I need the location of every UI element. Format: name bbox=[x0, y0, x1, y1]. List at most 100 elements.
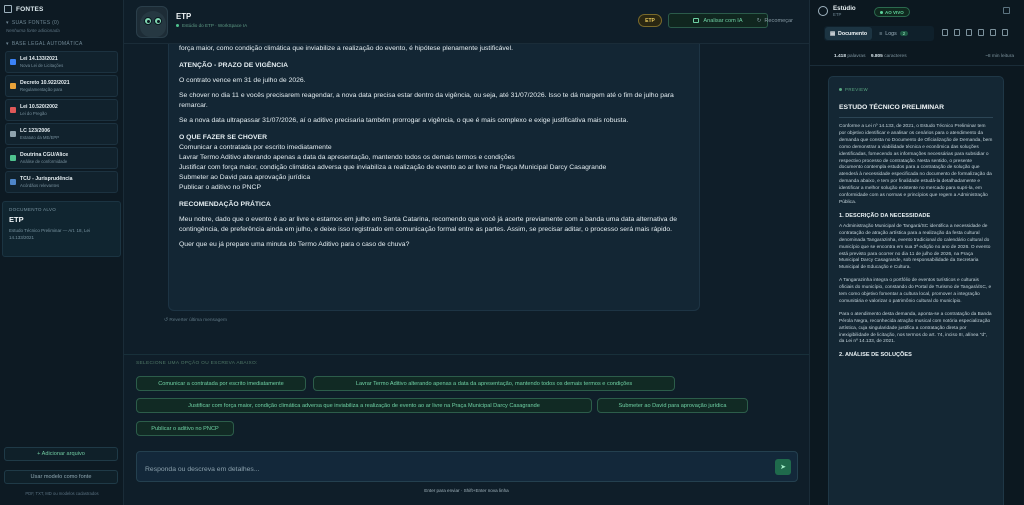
studio-header: Estúdio ETP bbox=[810, 0, 1024, 22]
doc-title: Lei 14.133/2021 bbox=[20, 56, 58, 62]
studio-tabs: ▤ Documento ≡ Logs 2 bbox=[824, 26, 934, 41]
studio-subtitle: ETP bbox=[833, 12, 842, 17]
message-heading: ATENÇÃO - PRAZO DE VIGÊNCIA bbox=[179, 62, 289, 69]
undo-icon: ↺ bbox=[164, 318, 169, 323]
doc-type-icon bbox=[10, 131, 16, 137]
doc-section-heading: 2. ANÁLISE DE SOLUÇÕES bbox=[839, 352, 912, 359]
legal-doc-item[interactable]: Decreto 10.922/2021 Regulamentação para bbox=[5, 75, 118, 97]
legal-doc-item[interactable]: Lei 14.133/2021 Nova Lei de Licitações bbox=[5, 51, 118, 73]
doc-type-icon bbox=[10, 155, 16, 161]
message-list-item: Lavrar Termo Aditivo alterando apenas a … bbox=[179, 154, 515, 161]
logs-icon: ≡ bbox=[879, 30, 883, 37]
doc-title: Lei 10.520/2002 bbox=[20, 104, 58, 110]
legal-doc-item[interactable]: Lei 10.520/2002 Lei do Pregão bbox=[5, 99, 118, 121]
live-dot-icon bbox=[880, 10, 883, 14]
doc-type-icon bbox=[10, 83, 16, 89]
option-chip[interactable]: Submeter ao David para aprovação jurídic… bbox=[597, 398, 748, 413]
target-name: ETP bbox=[9, 215, 24, 224]
word-label: palavras bbox=[847, 54, 866, 59]
etp-badge: ETP bbox=[638, 14, 662, 27]
tab-label: Logs bbox=[885, 30, 897, 37]
doc-type-icon bbox=[10, 179, 16, 185]
divider bbox=[124, 354, 809, 355]
divider bbox=[810, 65, 1024, 66]
assistant-message-bubble: força maior, como condição climática que… bbox=[168, 44, 700, 311]
compose-box: ➤ bbox=[136, 451, 798, 482]
legal-doc-item[interactable]: TCU - Jurisprudência Acórdãos relevantes bbox=[5, 171, 118, 193]
revert-label: Reverter última mensagem bbox=[169, 318, 227, 323]
section-base-legal[interactable]: ▾ BASE LEGAL AUTOMÁTICA bbox=[0, 39, 123, 49]
legal-doc-item[interactable]: LC 123/2006 Estatuto da ME/EPP bbox=[5, 123, 118, 145]
option-chip[interactable]: Comunicar a contratada por escrito imedi… bbox=[136, 376, 306, 391]
message-paragraph: Se chover no dia 11 e vocês precisarem r… bbox=[179, 92, 674, 109]
online-dot-icon bbox=[176, 24, 179, 28]
doc-paragraph: A Tangarazinha integra o portfólio de ev… bbox=[839, 278, 992, 304]
assistant-subtitle: Estúdio do ETP · WorkSpace IA bbox=[176, 23, 247, 28]
download-icon[interactable] bbox=[966, 29, 972, 36]
revert-message-link[interactable]: ↺ Reverter última mensagem bbox=[164, 318, 227, 323]
chat-panel: ETP Estúdio do ETP · WorkSpace IA ETP An… bbox=[124, 0, 809, 505]
doc-section-heading: 1. DESCRIÇÃO DA NECESSIDADE bbox=[839, 212, 931, 219]
message-list-item: Comunicar a contratada por escrito imedi… bbox=[179, 144, 332, 151]
target-label: DOCUMENTO ALVO bbox=[9, 207, 57, 212]
message-paragraph: Meu nobre, dado que o evento é ao ar liv… bbox=[179, 216, 677, 233]
use-model-button[interactable]: Usar modelo como fonte bbox=[4, 470, 118, 484]
doc-title: LC 123/2006 bbox=[20, 128, 50, 134]
print-icon[interactable] bbox=[990, 29, 996, 36]
owl-avatar bbox=[136, 6, 168, 38]
message-heading: O QUE FAZER SE CHOVER bbox=[179, 134, 267, 141]
doc-subtitle: Regulamentação para bbox=[20, 87, 63, 92]
restart-button[interactable]: ↻ Recomeçar bbox=[727, 13, 797, 28]
file-icon[interactable] bbox=[978, 29, 984, 36]
send-icon: ➤ bbox=[780, 464, 786, 471]
tab-label: Documento bbox=[838, 30, 868, 37]
document-icon: ▤ bbox=[830, 30, 836, 37]
doc-subtitle: Análise de conformidade bbox=[20, 159, 68, 164]
doc-subtitle: Acórdãos relevantes bbox=[20, 183, 60, 188]
message-paragraph: Quer que eu já prepare uma minuta do Ter… bbox=[179, 241, 410, 248]
message-paragraph: O contrato vence em 31 de julho de 2026. bbox=[179, 77, 306, 84]
live-label: AO VIVO bbox=[885, 9, 904, 15]
tab-documento[interactable]: ▤ Documento bbox=[825, 27, 873, 40]
read-time: ~8 min leitura bbox=[985, 54, 1014, 59]
edit-icon[interactable] bbox=[942, 29, 948, 36]
doc-stats: 1.418 palavras 9.805 caracteres ~8 min l… bbox=[834, 54, 1014, 59]
doc-subtitle: Estatuto da ME/EPP bbox=[20, 135, 60, 140]
doc-paragraph: A Administração Municipal de Tangará/SC … bbox=[839, 223, 991, 271]
options-label: SELECIONE UMA OPÇÃO OU ESCREVA ABAIXO: bbox=[136, 361, 258, 366]
section-label: BASE LEGAL AUTOMÁTICA bbox=[11, 41, 83, 47]
char-label: caracteres bbox=[884, 54, 907, 59]
tab-logs[interactable]: ≡ Logs 2 bbox=[874, 27, 913, 40]
option-chip[interactable]: Justificar com força maior, condição cli… bbox=[136, 398, 592, 413]
option-chip[interactable]: Lavrar Termo Aditivo alterando apenas a … bbox=[313, 376, 675, 391]
send-button[interactable]: ➤ bbox=[775, 459, 791, 475]
message-paragraph: Se a nova data ultrapassar 31/07/2026, a… bbox=[179, 117, 629, 124]
target-desc: Estudo Técnico Preliminar — Art. 18, Lei… bbox=[9, 228, 90, 240]
app-window: FONTES ▾ SUAS FONTES (0) Nenhuma fonte a… bbox=[0, 0, 1024, 505]
word-count: 1.418 bbox=[834, 54, 847, 59]
preview-text: PREVIEW bbox=[845, 87, 869, 92]
section-suas-fontes[interactable]: ▾ SUAS FONTES (0) bbox=[0, 18, 123, 28]
folder-icon bbox=[4, 5, 12, 13]
doc-type-icon bbox=[10, 59, 16, 65]
add-file-button[interactable]: + Adicionar arquivo bbox=[4, 447, 118, 461]
message-list-item: Justificar com força maior, condição cli… bbox=[179, 164, 607, 171]
target-document-card[interactable]: DOCUMENTO ALVO ETP Estudo Técnico Prelim… bbox=[2, 201, 121, 257]
doc-paragraph: Para o atendimento desta demanda, aponta… bbox=[839, 311, 992, 345]
doc-paragraph: Conforme a Lei nº 14.133, de 2021, o Est… bbox=[839, 124, 993, 205]
sources-title: FONTES bbox=[16, 5, 44, 13]
doc-subtitle: Nova Lei de Licitações bbox=[20, 63, 64, 68]
preview-dot-icon bbox=[839, 88, 842, 91]
message-list-item: Submeter ao David para aprovação jurídic… bbox=[179, 174, 311, 181]
collapse-panel-icon[interactable] bbox=[1003, 7, 1010, 14]
document-title: ESTUDO TÉCNICO PRELIMINAR bbox=[839, 104, 944, 111]
expand-icon[interactable] bbox=[1002, 29, 1008, 36]
reply-input[interactable] bbox=[145, 463, 775, 475]
studio-title: Estúdio bbox=[833, 5, 856, 12]
option-chip[interactable]: Publicar o aditivo no PNCP bbox=[136, 421, 234, 436]
legal-doc-item[interactable]: Doutrina CGU/Alice Análise de conformidad… bbox=[5, 147, 118, 169]
live-badge: AO VIVO bbox=[874, 7, 910, 17]
char-count: 9.805 bbox=[870, 54, 883, 59]
copy-icon[interactable] bbox=[954, 29, 960, 36]
studio-icon bbox=[818, 6, 828, 16]
